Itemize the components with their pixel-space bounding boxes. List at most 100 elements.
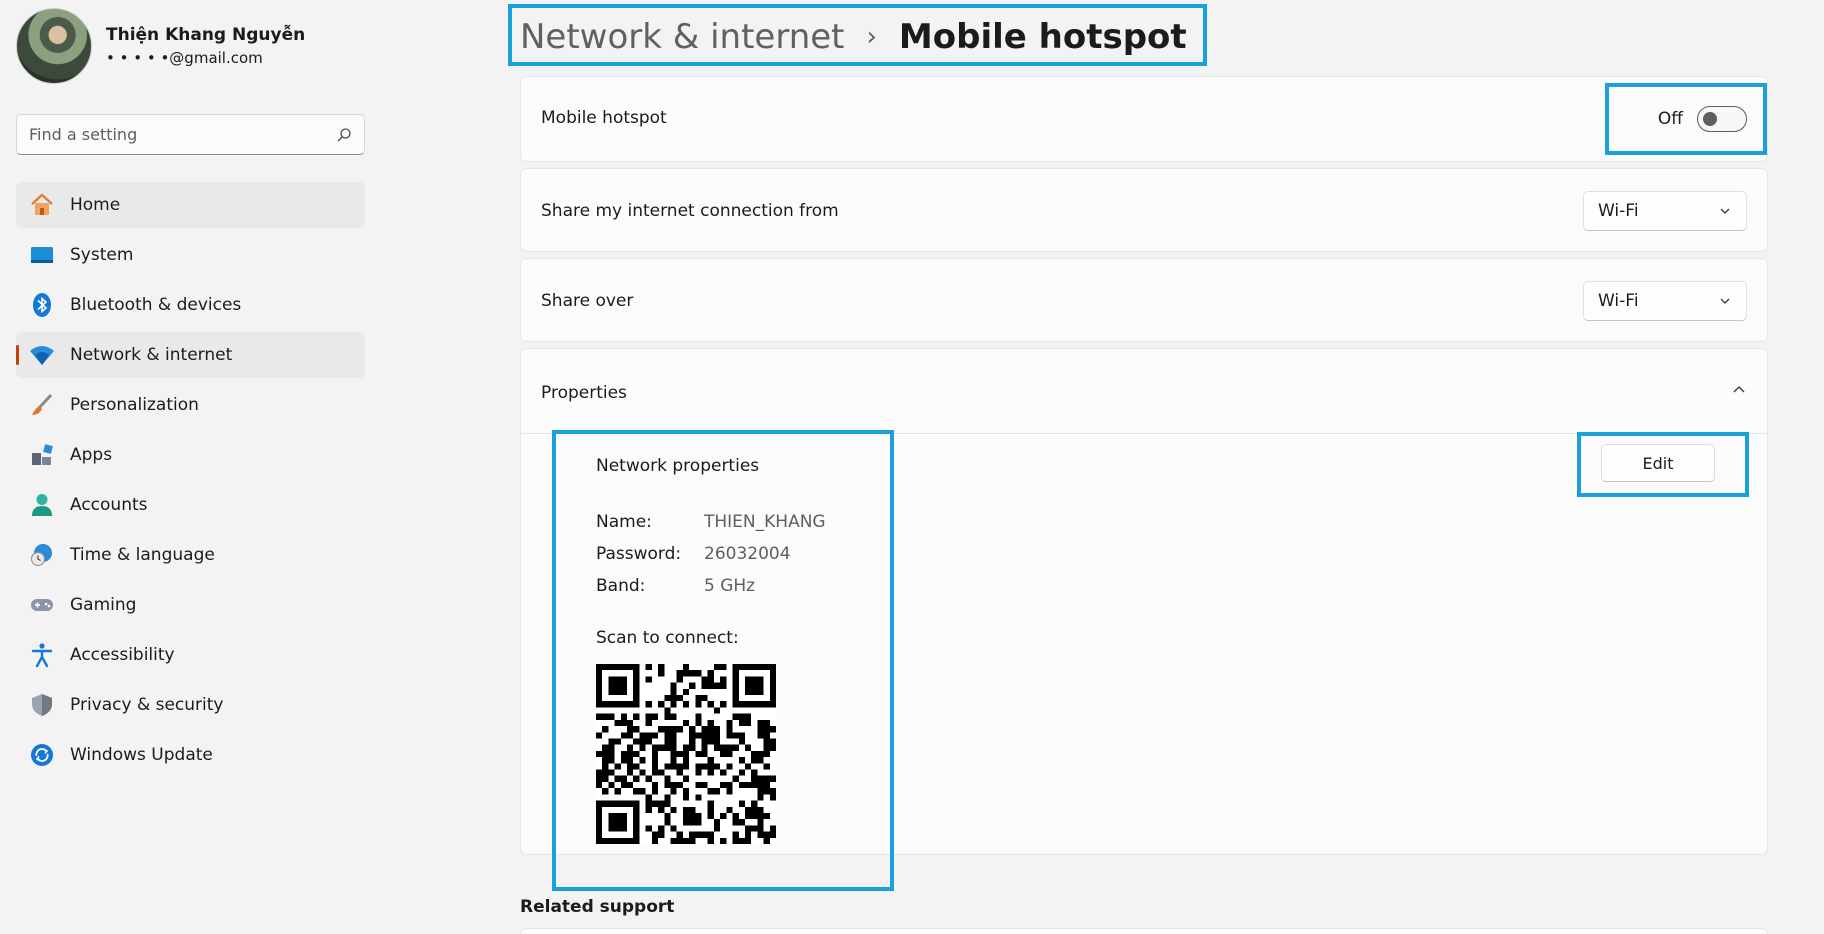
qr-module: [744, 744, 752, 751]
qr-module: [627, 781, 634, 789]
qr-module: [769, 670, 776, 677]
qr-module: [726, 806, 733, 813]
sidebar-item-label: Windows Update: [70, 745, 213, 765]
qr-module: [689, 837, 696, 844]
qr-module: [658, 806, 665, 813]
qr-module: [620, 713, 628, 720]
share-from-dropdown[interactable]: Wi-Fi: [1583, 191, 1747, 231]
edit-button[interactable]: Edit: [1601, 444, 1715, 482]
qr-module: [608, 738, 615, 745]
qr-module: [695, 831, 702, 838]
qr-module: [658, 769, 665, 776]
qr-module: [751, 781, 758, 789]
qr-module: [596, 781, 603, 789]
qr-module: [720, 682, 727, 689]
breadcrumb-parent-link[interactable]: Network & internet: [520, 17, 845, 57]
network-password-row: Password: 26032004: [596, 544, 791, 564]
qr-module: [645, 794, 652, 801]
qr-module: [751, 750, 758, 758]
qr-module: [614, 763, 621, 770]
qr-module: [664, 781, 671, 789]
network-name-value: THIEN_KHANG: [704, 512, 826, 532]
chevron-down-icon: [1720, 298, 1730, 304]
qr-module: [751, 701, 758, 708]
qr-module: [670, 695, 677, 702]
qr-module: [633, 750, 640, 758]
qr-module: [658, 701, 665, 708]
qr-module: [726, 781, 733, 789]
sidebar-item-windows-update[interactable]: Windows Update: [16, 732, 365, 778]
qr-module: [627, 763, 634, 770]
qr-module: [695, 750, 702, 758]
chevron-up-icon[interactable]: [1731, 381, 1747, 397]
qr-module: [602, 750, 609, 758]
sidebar-item-accessibility[interactable]: Accessibility: [16, 632, 365, 678]
qr-module: [664, 707, 671, 714]
qr-module: [670, 781, 677, 789]
qr-module: [627, 837, 634, 844]
qr-module: [701, 676, 708, 683]
qr-module: [726, 732, 733, 739]
user-profile[interactable]: Thiện Khang Nguyễn • • • • •@gmail.com: [16, 8, 305, 84]
sidebar-item-time-language[interactable]: Time & language: [16, 532, 365, 578]
qr-module: [602, 701, 609, 708]
qr-module: [682, 794, 690, 801]
qr-module: [627, 719, 634, 727]
qr-module: [670, 806, 677, 813]
related-support-card: [520, 928, 1768, 934]
sidebar-item-label: Accounts: [70, 495, 148, 515]
qr-module: [676, 670, 683, 677]
qr-module: [713, 825, 721, 832]
search-input[interactable]: [29, 125, 336, 144]
qr-module: [707, 812, 714, 820]
qr-module: [732, 676, 739, 683]
qr-module: [633, 819, 640, 826]
qr-module: [633, 837, 640, 844]
search-box[interactable]: [16, 114, 365, 155]
qr-module: [689, 819, 696, 826]
qr-module: [689, 732, 696, 739]
qr-module: [726, 719, 733, 727]
sidebar-nav: Home System Bluetooth & devices Network …: [16, 182, 365, 782]
qr-module: [633, 726, 640, 733]
qr-module: [633, 695, 640, 702]
mobile-hotspot-toggle[interactable]: [1697, 106, 1747, 132]
network-password-value: 26032004: [704, 544, 791, 564]
search-icon[interactable]: [336, 127, 352, 143]
qr-module: [664, 726, 671, 733]
qr-module: [769, 726, 776, 733]
share-over-dropdown[interactable]: Wi-Fi: [1583, 281, 1747, 321]
avatar[interactable]: [16, 8, 92, 84]
qr-module: [707, 800, 714, 807]
sidebar-item-home[interactable]: Home: [16, 182, 365, 228]
qr-module: [670, 682, 677, 689]
qr-module: [608, 757, 615, 764]
qr-module: [695, 695, 702, 702]
qr-module: [689, 812, 696, 820]
sidebar-item-apps[interactable]: Apps: [16, 432, 365, 478]
qr-module: [763, 744, 770, 751]
sidebar-item-system[interactable]: System: [16, 232, 365, 278]
qr-module: [658, 664, 665, 671]
sidebar-item-bluetooth[interactable]: Bluetooth & devices: [16, 282, 365, 328]
qr-module: [738, 738, 745, 745]
update-icon: [28, 741, 56, 769]
sidebar-item-network[interactable]: Network & internet: [16, 332, 365, 378]
qr-module: [664, 819, 671, 826]
qr-module: [670, 688, 677, 696]
qr-module: [651, 769, 659, 776]
properties-label[interactable]: Properties: [541, 383, 627, 403]
qr-module: [707, 682, 714, 689]
qr-module: [651, 732, 659, 739]
qr-module: [614, 837, 621, 844]
sidebar-item-accounts[interactable]: Accounts: [16, 482, 365, 528]
qr-module: [744, 713, 752, 720]
qr-module: [664, 775, 671, 782]
qr-module: [769, 831, 776, 838]
sidebar-item-gaming[interactable]: Gaming: [16, 582, 365, 628]
qr-module: [763, 831, 770, 838]
sidebar-item-personalization[interactable]: Personalization: [16, 382, 365, 428]
qr-module: [751, 682, 758, 689]
qr-module: [645, 676, 652, 683]
sidebar-item-privacy[interactable]: Privacy & security: [16, 682, 365, 728]
